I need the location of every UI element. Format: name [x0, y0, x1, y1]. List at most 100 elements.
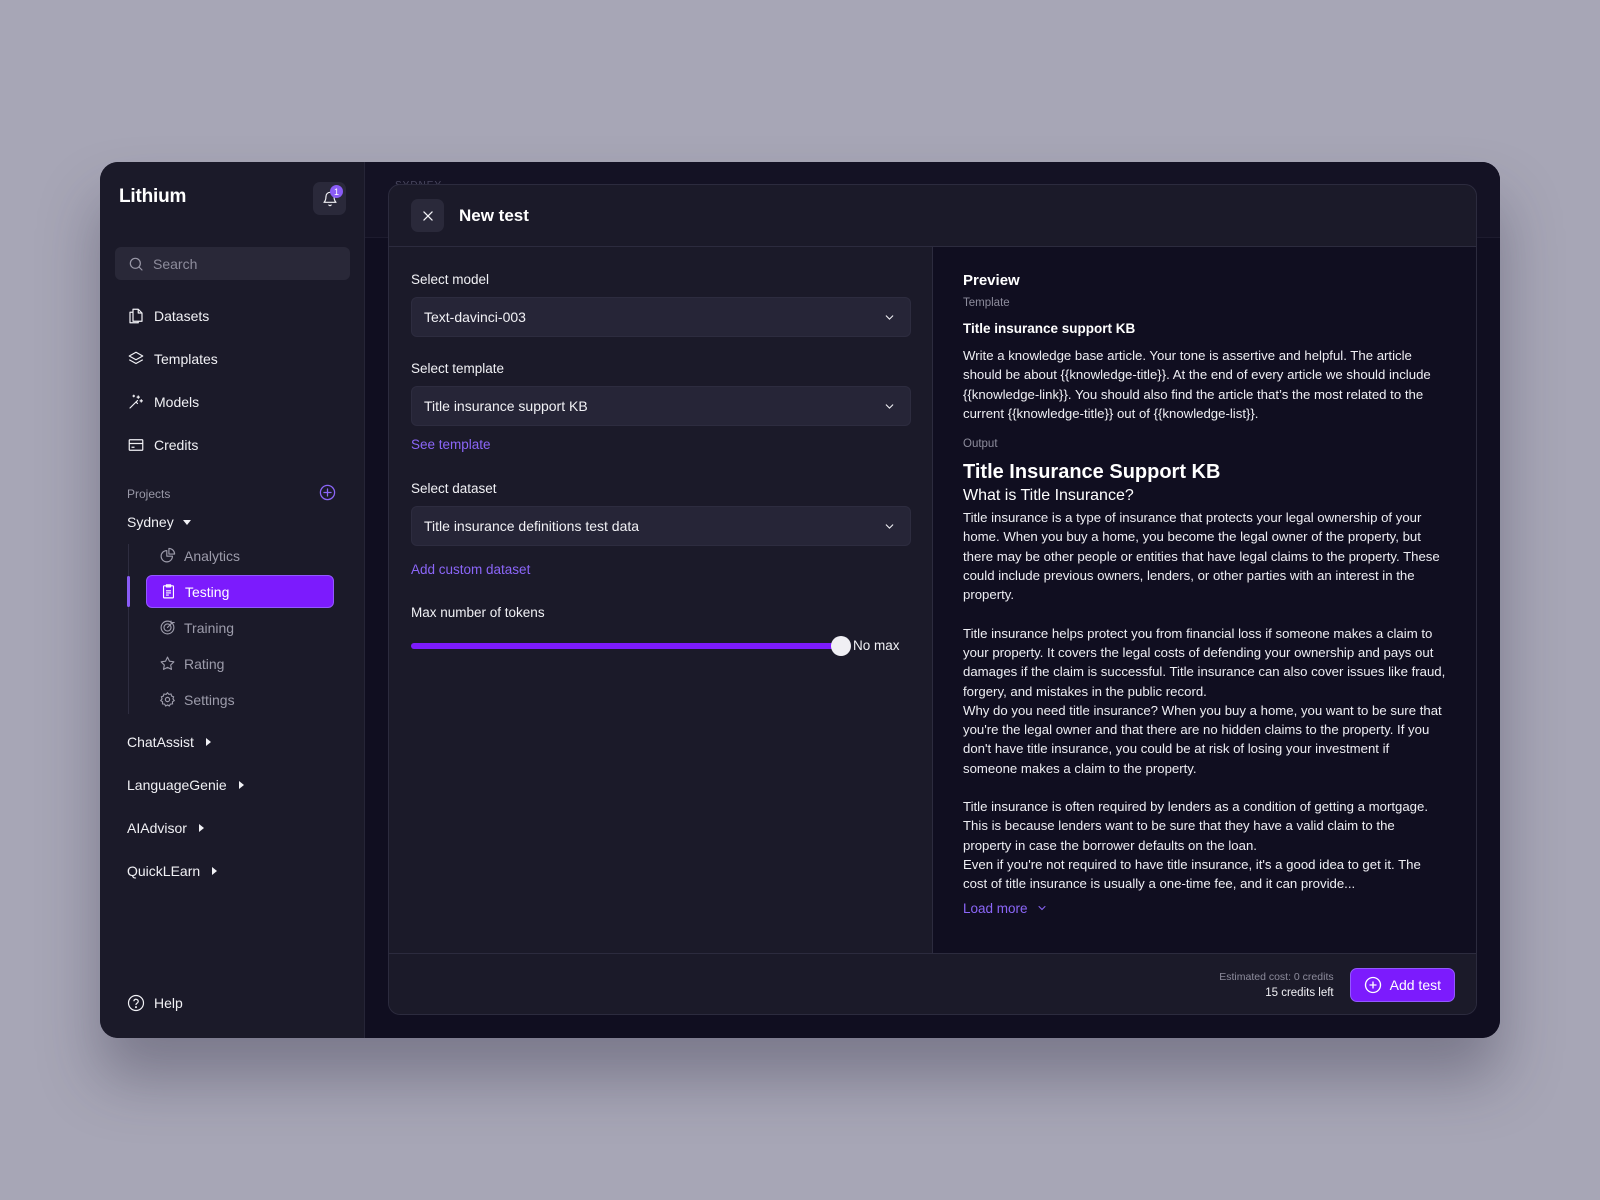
- tokens-slider-row: No max: [411, 635, 910, 656]
- subnav-item-rating[interactable]: Rating: [146, 647, 334, 680]
- project-languagegenie[interactable]: LanguageGenie: [127, 763, 245, 806]
- subnav-label: Analytics: [184, 547, 241, 564]
- chevron-down-icon: [885, 314, 894, 320]
- close-button[interactable]: [411, 199, 444, 232]
- app-logo: Lithium: [119, 186, 187, 207]
- subnav-label: Training: [184, 619, 235, 636]
- caret-right-icon: [238, 780, 244, 789]
- preview-panel: Preview Template Title insurance support…: [933, 247, 1476, 953]
- slider-thumb[interactable]: [831, 635, 851, 656]
- projects-heading: Projects: [127, 487, 171, 501]
- add-test-button[interactable]: Add test: [1349, 967, 1455, 1002]
- load-more-label: Load more: [963, 900, 1028, 916]
- output-subtitle: What is Title Insurance?: [963, 487, 1134, 505]
- active-indicator: [127, 576, 130, 607]
- target-icon: [160, 620, 175, 635]
- project-name: LanguageGenie: [127, 776, 227, 793]
- model-label: Select model: [411, 272, 490, 287]
- project-name: QuickLEarn: [127, 862, 201, 879]
- template-select[interactable]: Title insurance support KB: [411, 386, 911, 426]
- app-window: Lithium 1 Datasets Templates Models: [100, 162, 1500, 1038]
- output-paragraph: Even if you're not required to have titl…: [963, 856, 1421, 892]
- template-value: Title insurance support KB: [424, 398, 588, 414]
- output-title: Title Insurance Support KB: [963, 461, 1221, 484]
- subnav-item-testing[interactable]: Testing: [146, 575, 334, 608]
- preview-title: Preview: [963, 272, 1020, 289]
- project-subnav: Analytics Testing Training Rating Settin…: [146, 539, 334, 719]
- template-body: Write a knowledge base article. Your ton…: [963, 348, 1431, 421]
- tokens-value: No max: [853, 638, 900, 653]
- chevron-down-icon: [885, 523, 894, 529]
- search-input[interactable]: [153, 255, 333, 272]
- project-quicklearn[interactable]: QuickLEarn: [127, 849, 245, 892]
- layers-icon: [128, 351, 144, 364]
- help-label: Help: [154, 995, 183, 1011]
- subnav-label: Settings: [184, 691, 235, 708]
- model-value: Text-davinci-003: [424, 309, 526, 325]
- subnav-label: Testing: [185, 583, 230, 600]
- search-box[interactable]: [115, 247, 350, 280]
- close-icon: [422, 210, 433, 221]
- subnav-label: Rating: [184, 655, 225, 672]
- subnav-item-analytics[interactable]: Analytics: [146, 539, 334, 572]
- nav-item-models[interactable]: Models: [127, 380, 218, 423]
- nav-label: Models: [154, 393, 200, 410]
- modal-footer: Estimated cost: 0 credits 15 credits lef…: [389, 953, 1476, 1014]
- output-paragraph: Why do you need title insurance? When yo…: [963, 702, 1442, 776]
- test-form: Select model Text-davinci-003 Select tem…: [389, 247, 933, 953]
- notifications-button[interactable]: 1: [313, 182, 346, 215]
- chevron-down-icon: [1038, 906, 1046, 911]
- main-area: SYDNEY New test Select model Text-davinc…: [365, 162, 1500, 1038]
- caret-right-icon: [212, 866, 218, 875]
- tokens-slider[interactable]: [411, 635, 851, 656]
- template-section-label: Template: [963, 297, 1010, 309]
- output-paragraph: Title insurance is a type of insurance t…: [963, 510, 1440, 603]
- model-select[interactable]: Text-davinci-003: [411, 297, 911, 337]
- caret-down-icon: [182, 520, 191, 525]
- nav-label: Credits: [154, 436, 199, 453]
- slider-fill: [411, 642, 841, 649]
- gear-icon: [159, 691, 176, 707]
- modal-title: New test: [459, 205, 529, 225]
- dataset-select[interactable]: Title insurance definitions test data: [411, 506, 911, 546]
- nav-label: Datasets: [154, 307, 210, 324]
- caret-right-icon: [205, 737, 211, 746]
- caret-right-icon: [198, 823, 204, 832]
- nav-item-credits[interactable]: Credits: [127, 423, 218, 466]
- sidebar: Lithium 1 Datasets Templates Models: [100, 162, 365, 1038]
- subnav-item-settings[interactable]: Settings: [146, 683, 334, 716]
- nav-label: Templates: [154, 350, 218, 367]
- credits-left: 15 credits left: [1265, 986, 1334, 999]
- credit-card-icon: [128, 438, 144, 451]
- nav-item-datasets[interactable]: Datasets: [127, 294, 218, 337]
- clipboard-icon: [162, 584, 175, 599]
- chevron-down-icon: [885, 403, 894, 409]
- help-link[interactable]: Help: [127, 994, 183, 1012]
- plus-circle-icon: [1364, 976, 1381, 993]
- project-list: ChatAssist LanguageGenie AIAdvisor Quick…: [127, 720, 245, 892]
- subnav-item-training[interactable]: Training: [146, 611, 334, 644]
- dataset-value: Title insurance definitions test data: [424, 518, 640, 534]
- load-more-button[interactable]: Load more: [963, 901, 1446, 916]
- project-chatassist[interactable]: ChatAssist: [127, 720, 245, 763]
- add-custom-dataset-link[interactable]: Add custom dataset: [411, 562, 530, 577]
- tokens-label: Max number of tokens: [411, 605, 545, 620]
- output-paragraph: Title insurance is often required by len…: [963, 799, 1429, 853]
- project-sydney[interactable]: Sydney: [127, 514, 192, 530]
- tree-line: [128, 544, 129, 714]
- help-circle-icon: [127, 994, 145, 1012]
- add-test-label: Add test: [1389, 976, 1441, 993]
- magic-wand-icon: [129, 394, 143, 409]
- template-name: Title insurance support KB: [963, 321, 1136, 336]
- copy-icon: [129, 308, 143, 323]
- nav-item-templates[interactable]: Templates: [127, 337, 218, 380]
- modal-header: New test: [389, 185, 1476, 247]
- star-icon: [160, 656, 175, 670]
- see-template-link[interactable]: See template: [411, 437, 491, 452]
- project-aiadvisor[interactable]: AIAdvisor: [127, 806, 245, 849]
- modal-body: Select model Text-davinci-003 Select tem…: [389, 247, 1476, 953]
- project-name: Sydney: [127, 514, 174, 530]
- search-icon: [129, 257, 143, 271]
- output-paragraph: Title insurance helps protect you from f…: [963, 625, 1446, 699]
- add-project-icon[interactable]: [319, 484, 336, 501]
